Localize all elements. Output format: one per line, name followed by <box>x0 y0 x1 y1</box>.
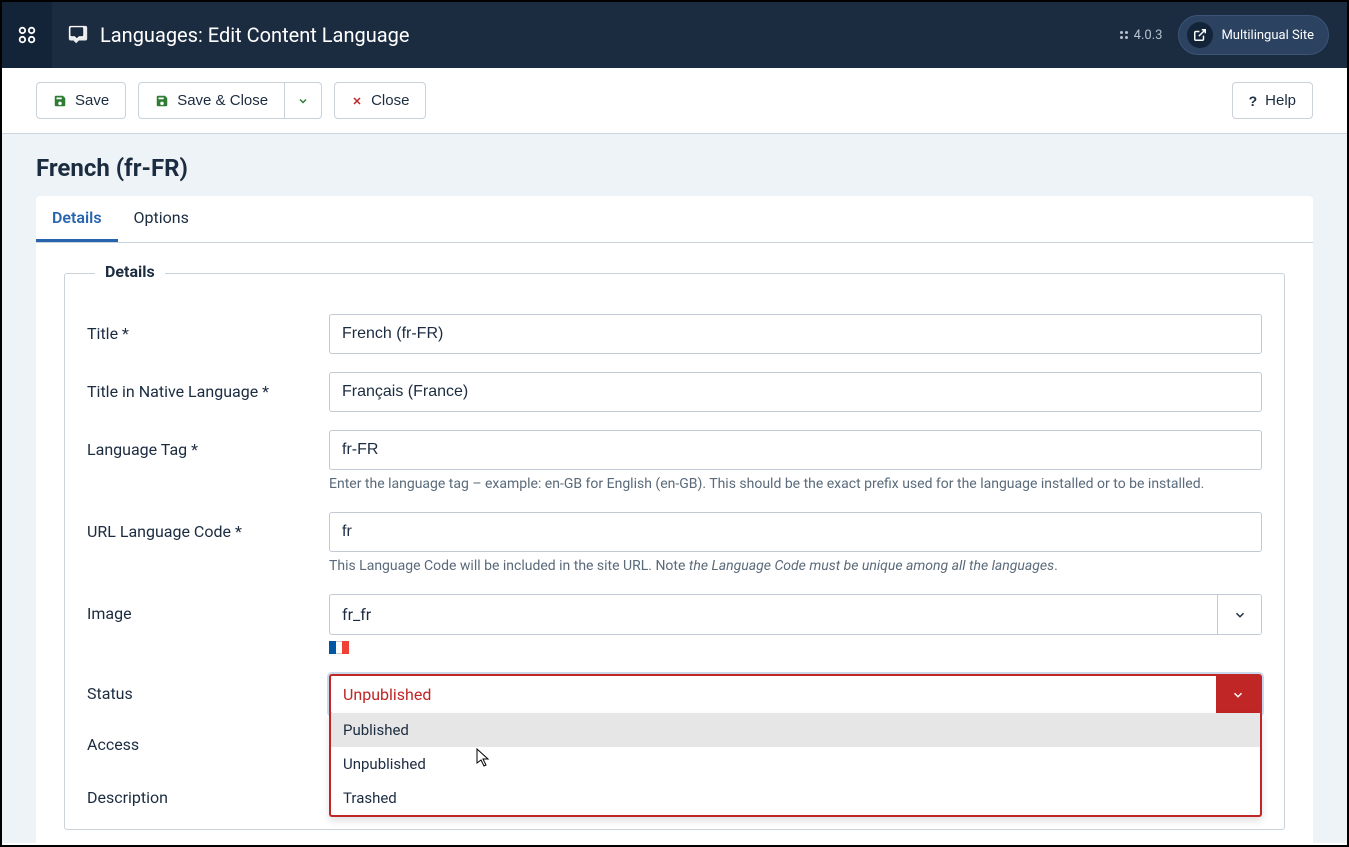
fieldset-legend: Details <box>95 262 165 281</box>
comments-icon <box>66 24 90 46</box>
version-badge: 4.0.3 <box>1118 28 1163 43</box>
label-title: Title * <box>87 314 329 343</box>
input-title[interactable] <box>329 314 1262 354</box>
label-native: Title in Native Language * <box>87 372 329 401</box>
row-status: Status Unpublished Published Unpublished… <box>87 674 1262 715</box>
row-tag: Language Tag * Enter the language tag – … <box>87 430 1262 506</box>
form-panel: Details Title * Title in Native Language… <box>36 243 1313 843</box>
tab-details[interactable]: Details <box>36 196 118 242</box>
joomla-logo[interactable] <box>2 2 52 68</box>
select-image[interactable]: fr_fr <box>329 594 1262 635</box>
help-button[interactable]: ? Help <box>1232 82 1313 119</box>
chevron-down-icon <box>1216 676 1260 713</box>
help-icon: ? <box>1249 93 1258 109</box>
row-native: Title in Native Language * <box>87 372 1262 412</box>
input-native[interactable] <box>329 372 1262 412</box>
status-dropdown: Published Unpublished Trashed <box>329 713 1262 817</box>
save-close-label: Save & Close <box>177 92 268 109</box>
label-description: Description <box>87 778 329 807</box>
details-fieldset: Details Title * Title in Native Language… <box>64 273 1285 830</box>
label-tag: Language Tag * <box>87 430 329 459</box>
status-option-trashed[interactable]: Trashed <box>331 781 1260 815</box>
input-url-code[interactable] <box>329 512 1262 552</box>
label-image: Image <box>87 594 329 623</box>
help-label: Help <box>1265 92 1296 109</box>
page-title: French (fr-FR) <box>36 154 1313 182</box>
page-header-title: Languages: Edit Content Language <box>100 23 409 47</box>
chevron-down-icon <box>297 95 309 107</box>
save-close-button[interactable]: Save & Close <box>138 82 285 119</box>
site-link-label: Multilingual Site <box>1221 28 1314 43</box>
help-url-code-a: This Language Code will be included in t… <box>329 558 689 574</box>
save-icon <box>155 94 169 108</box>
help-url-code: This Language Code will be included in t… <box>329 558 1262 574</box>
version-text: 4.0.3 <box>1134 28 1163 43</box>
save-close-group: Save & Close <box>138 82 322 119</box>
external-link-icon <box>1187 22 1213 48</box>
action-toolbar: Save Save & Close Close ? Help <box>2 68 1347 134</box>
site-link-button[interactable]: Multilingual Site <box>1178 15 1329 55</box>
row-url-code: URL Language Code * This Language Code w… <box>87 512 1262 588</box>
row-image: Image fr_fr <box>87 594 1262 668</box>
save-icon <box>53 94 67 108</box>
close-label: Close <box>371 92 409 109</box>
save-dropdown-toggle[interactable] <box>285 82 322 119</box>
content-area: French (fr-FR) Details Options Details T… <box>2 134 1347 843</box>
tab-options[interactable]: Options <box>118 196 205 242</box>
close-icon <box>351 95 363 107</box>
help-url-code-b: the Language Code must be unique among a… <box>689 558 1054 574</box>
save-label: Save <box>75 92 109 109</box>
label-access: Access <box>87 725 329 754</box>
label-url-code: URL Language Code * <box>87 512 329 541</box>
close-button[interactable]: Close <box>334 82 426 119</box>
flag-france-icon <box>329 641 349 654</box>
joomla-icon <box>16 24 38 46</box>
save-button[interactable]: Save <box>36 82 126 119</box>
status-option-published[interactable]: Published <box>331 713 1260 747</box>
chevron-down-icon <box>1217 595 1261 634</box>
select-image-value: fr_fr <box>330 595 1217 634</box>
app-header: Languages: Edit Content Language 4.0.3 M… <box>2 2 1347 68</box>
select-status-value: Unpublished <box>331 676 1216 713</box>
select-status[interactable]: Unpublished Published Unpublished Trashe… <box>329 674 1262 715</box>
row-title: Title * <box>87 314 1262 354</box>
label-status: Status <box>87 674 329 703</box>
status-option-unpublished[interactable]: Unpublished <box>331 747 1260 781</box>
help-tag: Enter the language tag – example: en-GB … <box>329 476 1262 492</box>
input-tag[interactable] <box>329 430 1262 470</box>
tab-bar: Details Options <box>36 196 1313 243</box>
